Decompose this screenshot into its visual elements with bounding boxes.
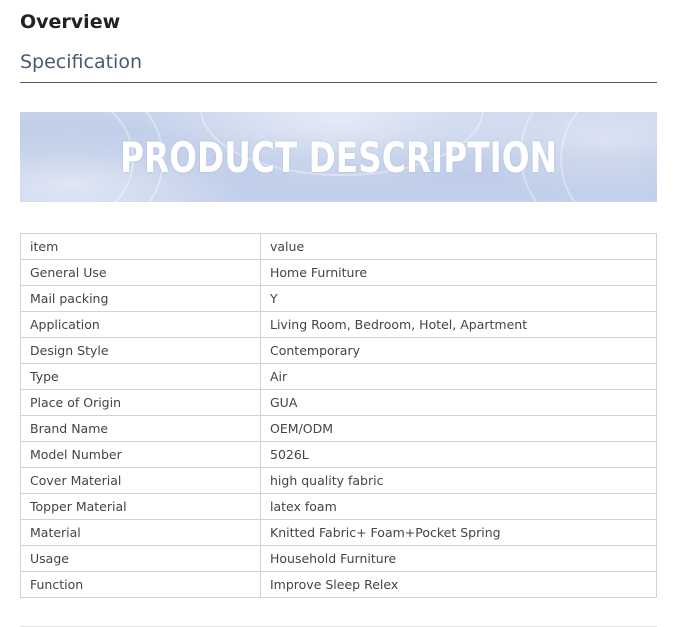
- table-row: Application Living Room, Bedroom, Hotel, …: [20, 311, 657, 338]
- table-cell-item: Function: [20, 571, 261, 598]
- table-cell-value: high quality fabric: [260, 467, 657, 494]
- table-row: Place of Origin GUA: [20, 389, 657, 416]
- table-cell-value: Contemporary: [260, 337, 657, 364]
- table-header-item: item: [20, 233, 261, 260]
- table-cell-value: Improve Sleep Relex: [260, 571, 657, 598]
- table-row: Design Style Contemporary: [20, 337, 657, 364]
- table-cell-item: Place of Origin: [20, 389, 261, 416]
- table-cell-value: Knitted Fabric+ Foam+Pocket Spring: [260, 519, 657, 546]
- table-cell-item: Topper Material: [20, 493, 261, 520]
- table-row: Mail packing Y: [20, 285, 657, 312]
- table-cell-item: Cover Material: [20, 467, 261, 494]
- table-cell-value: 5026L: [260, 441, 657, 468]
- banner-title: PRODUCT DESCRIPTION: [119, 132, 558, 182]
- table-cell-item: Mail packing: [20, 285, 261, 312]
- table-cell-value: GUA: [260, 389, 657, 416]
- specification-heading: Specification: [20, 51, 142, 73]
- table-row: Material Knitted Fabric+ Foam+Pocket Spri…: [20, 519, 657, 546]
- table-cell-value: Household Furniture: [260, 545, 657, 572]
- table-cell-item: Type: [20, 363, 261, 390]
- table-row: Cover Material high quality fabric: [20, 467, 657, 494]
- table-cell-item: General Use: [20, 259, 261, 286]
- table-cell-value: Living Room, Bedroom, Hotel, Apartment: [260, 311, 657, 338]
- table-cell-item: Usage: [20, 545, 261, 572]
- specification-divider: [20, 82, 657, 83]
- table-header-value: value: [260, 233, 657, 260]
- product-description-banner: PRODUCT DESCRIPTION: [20, 112, 657, 202]
- table-cell-value: OEM/ODM: [260, 415, 657, 442]
- table-cell-item: Brand Name: [20, 415, 261, 442]
- table-cell-value: Y: [260, 285, 657, 312]
- table-row: Usage Household Furniture: [20, 545, 657, 572]
- overview-heading: Overview: [20, 11, 121, 33]
- table-row: Type Air: [20, 363, 657, 390]
- table-row: Brand Name OEM/ODM: [20, 415, 657, 442]
- table-row: Model Number 5026L: [20, 441, 657, 468]
- table-cell-item: Application: [20, 311, 261, 338]
- table-cell-item: Design Style: [20, 337, 261, 364]
- table-cell-value: Air: [260, 363, 657, 390]
- table-cell-value: Home Furniture: [260, 259, 657, 286]
- table-row: General Use Home Furniture: [20, 259, 657, 286]
- specification-table: item value General Use Home Furniture Mail…: [20, 233, 657, 598]
- table-cell-item: Material: [20, 519, 261, 546]
- table-row: Function Improve Sleep Relex: [20, 571, 657, 598]
- table-cell-value: latex foam: [260, 493, 657, 520]
- table-row: Topper Material latex foam: [20, 493, 657, 520]
- table-cell-item: Model Number: [20, 441, 261, 468]
- table-header-row: item value: [20, 233, 657, 260]
